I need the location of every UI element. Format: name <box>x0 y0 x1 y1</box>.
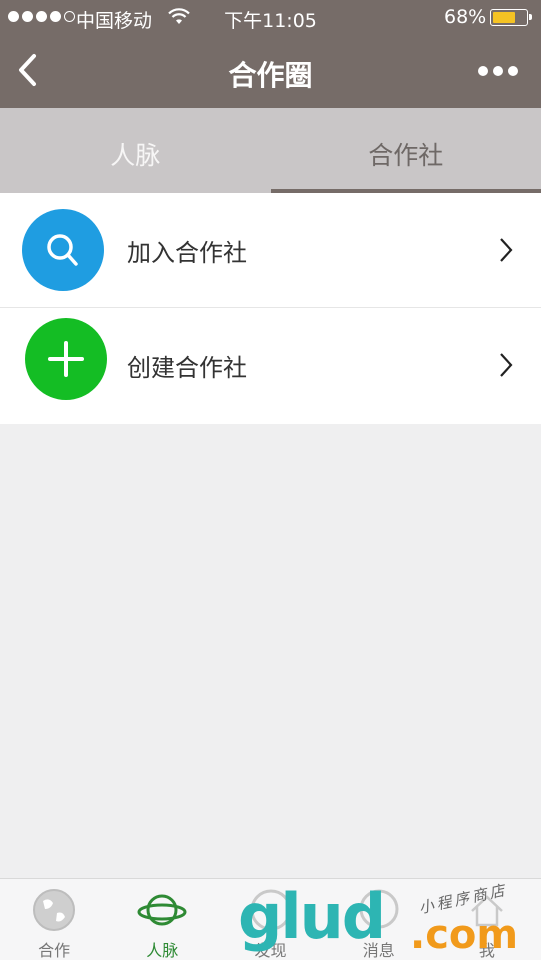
tabbar-item-discover[interactable]: 发现 <box>216 879 324 960</box>
chat-icon <box>359 889 399 929</box>
status-bar: 中国移动 下午11:05 68% <box>0 0 541 34</box>
tabbar-label: 人脉 <box>146 941 179 960</box>
tabbar-label: 发现 <box>254 941 287 960</box>
page-title: 合作圈 <box>228 59 313 92</box>
segment-tabs: 人脉 合作社 <box>0 108 541 193</box>
action-list: 加入合作社 创建合作社 <box>0 193 541 424</box>
list-item-label: 创建合作社 <box>127 354 247 382</box>
tabbar-item-cooperate[interactable]: 合作 <box>0 879 108 960</box>
navigation-bar: 合作圈 <box>0 34 541 108</box>
tabbar-item-me[interactable]: 我 <box>433 879 541 960</box>
globe-icon <box>33 889 76 931</box>
tabbar-item-contacts[interactable]: 人脉 <box>108 879 216 960</box>
tab-cooperative[interactable]: 合作社 <box>270 108 541 193</box>
planet-icon <box>137 894 187 926</box>
tabbar-item-messages[interactable]: 消息 <box>325 879 433 960</box>
join-cooperative-row[interactable]: 加入合作社 <box>0 193 541 308</box>
chevron-right-icon <box>500 238 513 262</box>
search-icon <box>22 209 104 291</box>
bottom-tab-bar: 合作 人脉 发现 消息 我 <box>0 878 541 960</box>
tab-contacts[interactable]: 人脉 <box>0 108 271 193</box>
list-item-label: 加入合作社 <box>127 239 247 267</box>
user-icon <box>471 895 503 927</box>
tabbar-label: 我 <box>478 941 495 960</box>
battery-percent: 68% <box>444 6 487 28</box>
tabbar-label: 合作 <box>38 941 71 960</box>
more-dots-icon[interactable] <box>478 66 518 76</box>
chevron-right-icon <box>500 353 513 377</box>
tabbar-label: 消息 <box>362 941 395 960</box>
create-cooperative-row[interactable]: 创建合作社 <box>0 308 541 424</box>
plus-icon <box>25 318 107 400</box>
compass-icon <box>250 889 291 931</box>
battery-icon <box>490 9 532 26</box>
